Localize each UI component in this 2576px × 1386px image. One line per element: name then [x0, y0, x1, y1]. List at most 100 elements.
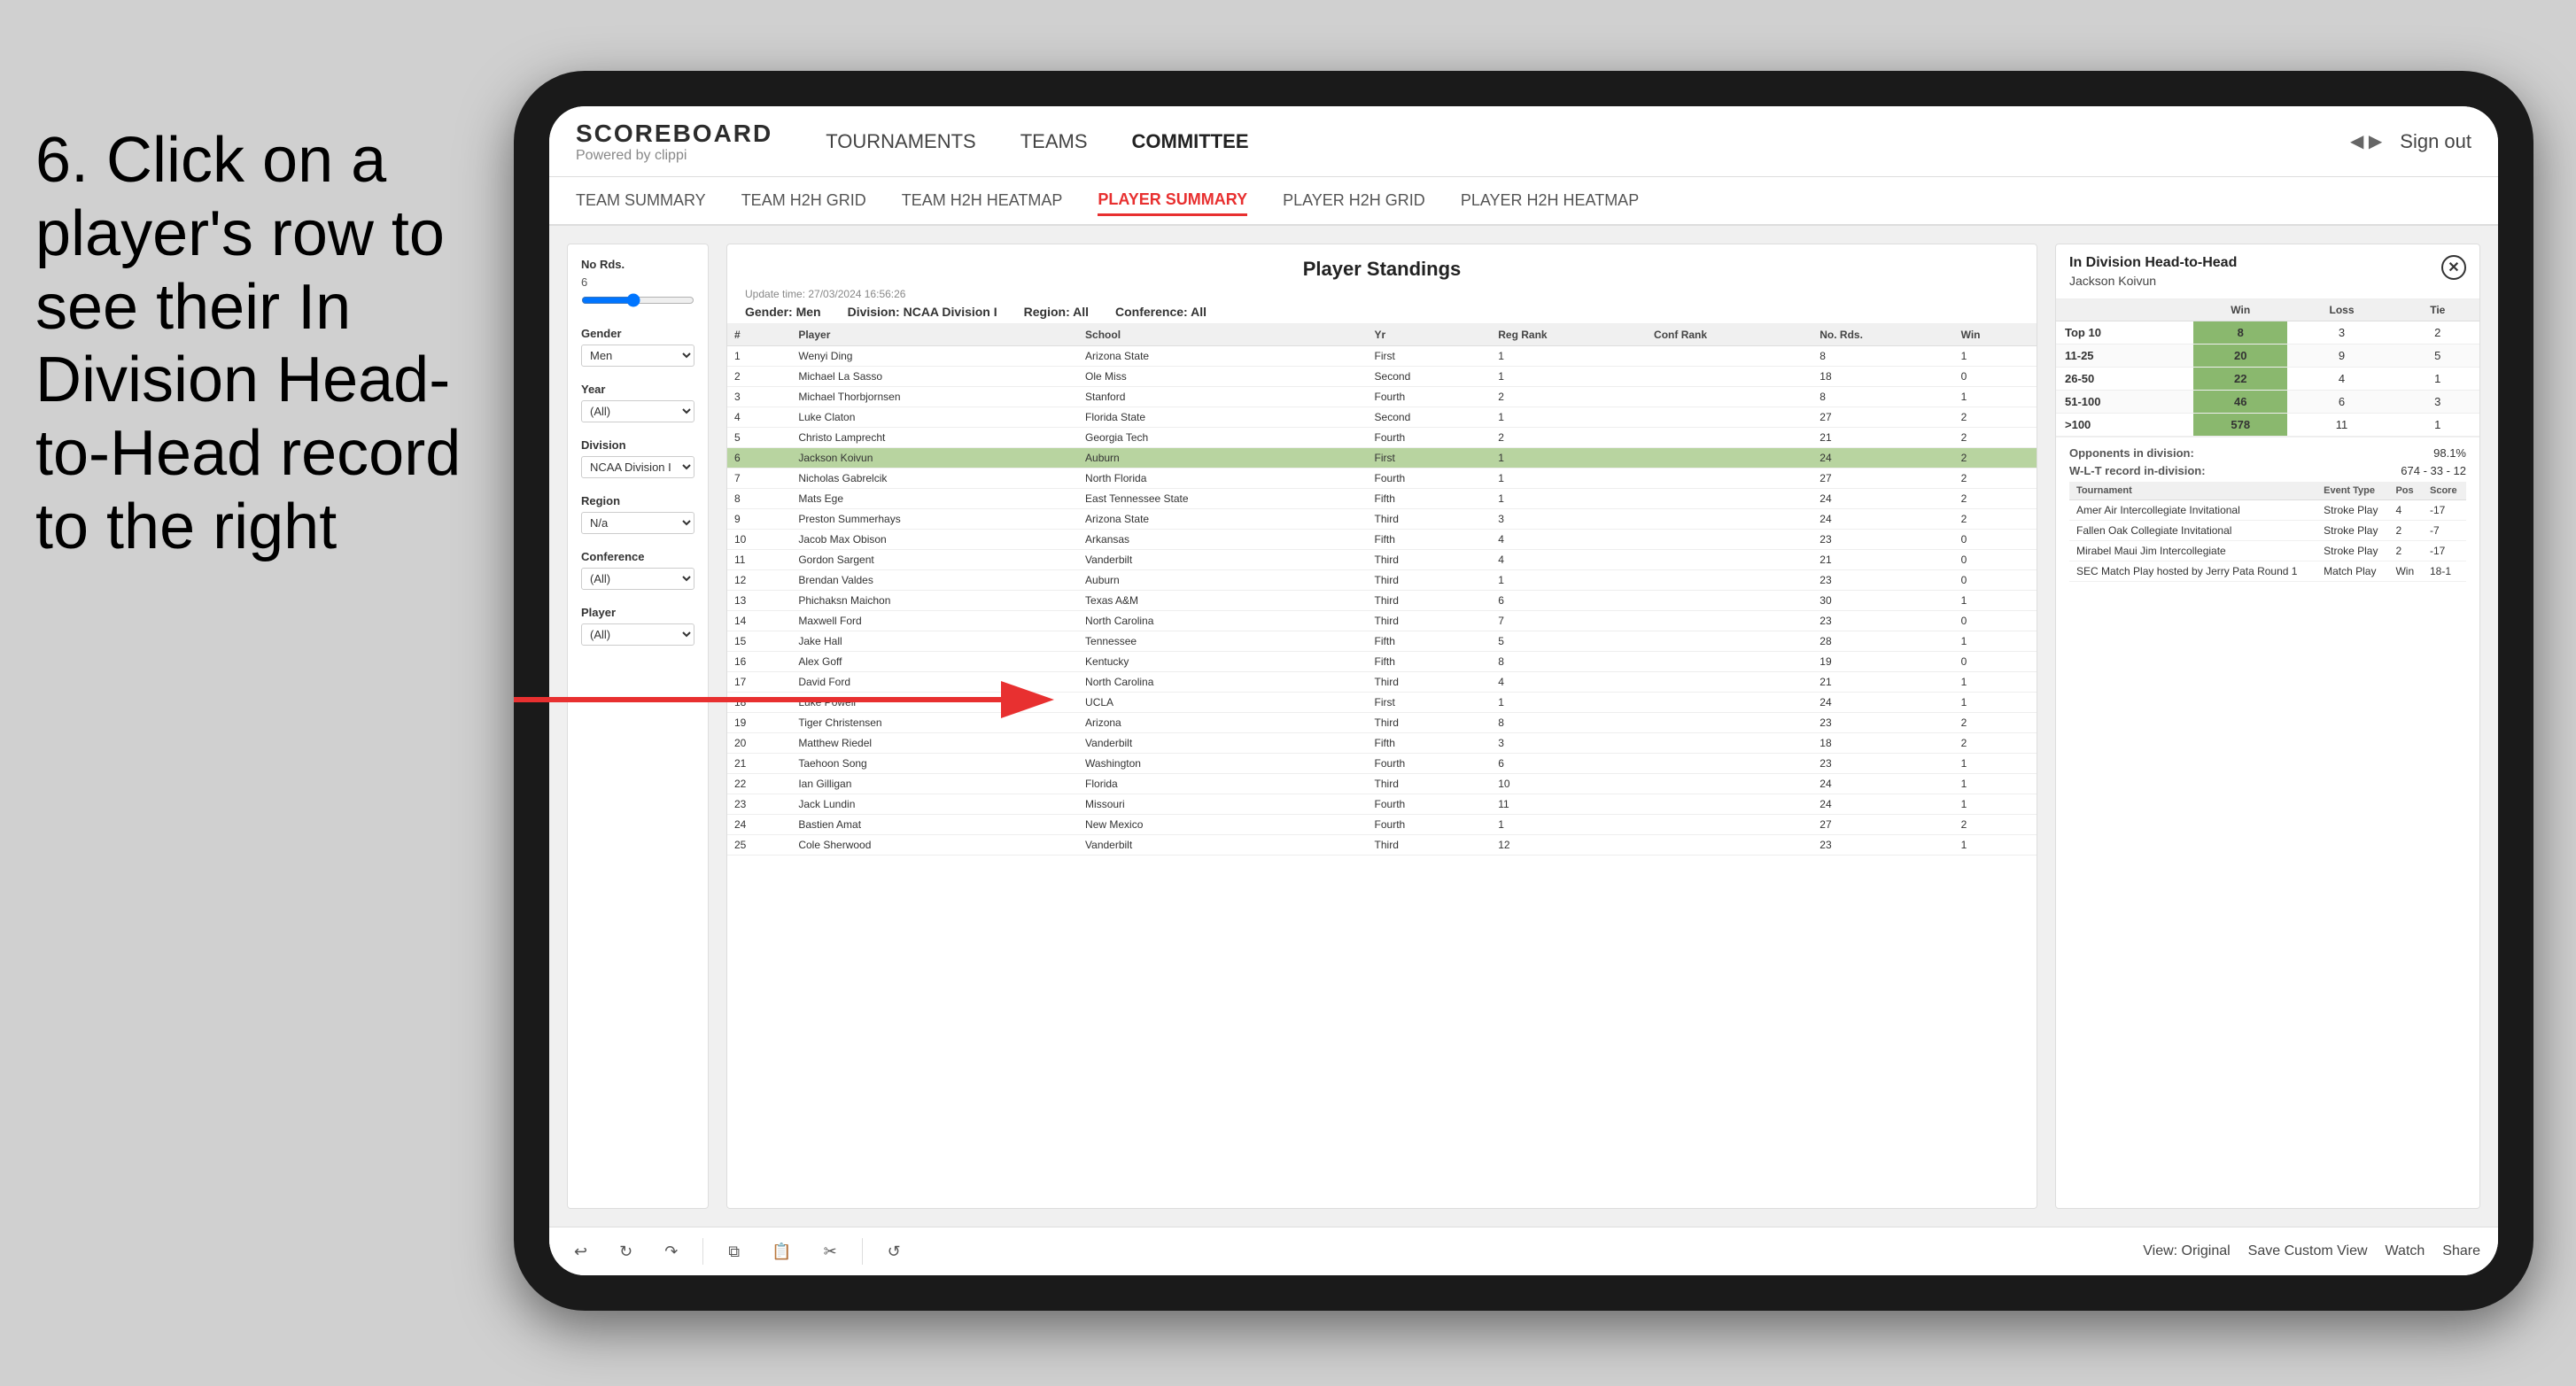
- nav-right: ◀ ▶ Sign out: [2350, 126, 2471, 158]
- table-row[interactable]: 3 Michael Thorbjornsen Stanford Fourth 2…: [727, 387, 2037, 407]
- cell-conf-rank: [1647, 550, 1812, 570]
- table-row[interactable]: 19 Tiger Christensen Arizona Third 8 23 …: [727, 713, 2037, 733]
- close-button[interactable]: ✕: [2441, 255, 2466, 280]
- h2h-row: 11-25 20 9 5: [2056, 345, 2479, 368]
- refresh-button[interactable]: ↺: [881, 1239, 908, 1265]
- wl-label: W-L-T record in-division:: [2069, 464, 2206, 477]
- table-row[interactable]: 7 Nicholas Gabrelcik North Florida Fourt…: [727, 468, 2037, 489]
- table-row[interactable]: 12 Brendan Valdes Auburn Third 1 23 0: [727, 570, 2037, 591]
- nav-teams[interactable]: TEAMS: [1020, 126, 1088, 158]
- share-label[interactable]: Share: [2442, 1243, 2480, 1259]
- conference-select[interactable]: (All): [581, 568, 694, 590]
- table-row[interactable]: 1 Wenyi Ding Arizona State First 1 8 1: [727, 346, 2037, 367]
- h2h-header: In Division Head-to-Head Jackson Koivun …: [2056, 244, 2479, 299]
- logo-scoreboard: SCOREBOARD: [576, 120, 772, 148]
- region-select[interactable]: N/a: [581, 512, 694, 534]
- table-row[interactable]: 11 Gordon Sargent Vanderbilt Third 4 21 …: [727, 550, 2037, 570]
- h2h-player: Jackson Koivun: [2069, 274, 2237, 288]
- subnav-player-h2h-grid[interactable]: PLAYER H2H GRID: [1283, 187, 1425, 214]
- cell-conf-rank: [1647, 693, 1812, 713]
- cell-school: Arizona State: [1078, 509, 1368, 530]
- cell-conf-rank: [1647, 468, 1812, 489]
- table-row[interactable]: 21 Taehoon Song Washington Fourth 6 23 1: [727, 754, 2037, 774]
- cell-reg-rank: 5: [1491, 631, 1647, 652]
- player-select[interactable]: (All): [581, 623, 694, 646]
- table-row[interactable]: 17 David Ford North Carolina Third 4 21 …: [727, 672, 2037, 693]
- h2h-win: 20: [2193, 345, 2288, 368]
- player-label: Player: [581, 606, 694, 619]
- cell-no-rds: 21: [1812, 672, 1953, 693]
- year-select[interactable]: (All): [581, 400, 694, 422]
- no-rds-value: 6: [581, 275, 694, 289]
- redo-button-2[interactable]: ↷: [657, 1239, 685, 1265]
- h2h-loss: 3: [2287, 321, 2395, 345]
- save-custom-label[interactable]: Save Custom View: [2248, 1243, 2368, 1259]
- nav-committee[interactable]: COMMITTEE: [1132, 126, 1249, 158]
- table-row[interactable]: 25 Cole Sherwood Vanderbilt Third 12 23 …: [727, 835, 2037, 856]
- table-row[interactable]: 24 Bastien Amat New Mexico Fourth 1 27 2: [727, 815, 2037, 835]
- col-reg-rank: Reg Rank: [1491, 324, 1647, 346]
- table-row[interactable]: 22 Ian Gilligan Florida Third 10 24 1: [727, 774, 2037, 794]
- table-row[interactable]: 6 Jackson Koivun Auburn First 1 24 2: [727, 448, 2037, 468]
- cell-no-rds: 24: [1812, 509, 1953, 530]
- cell-win: 1: [1954, 754, 2037, 774]
- cell-school: Texas A&M: [1078, 591, 1368, 611]
- table-row[interactable]: 5 Christo Lamprecht Georgia Tech Fourth …: [727, 428, 2037, 448]
- cell-rank: 24: [727, 815, 791, 835]
- cell-player: Maxwell Ford: [791, 611, 1078, 631]
- sign-out-link[interactable]: Sign out: [2400, 126, 2471, 158]
- table-row[interactable]: 13 Phichaksn Maichon Texas A&M Third 6 3…: [727, 591, 2037, 611]
- subnav-player-h2h-heatmap[interactable]: PLAYER H2H HEATMAP: [1461, 187, 1639, 214]
- opponents-val: 98.1%: [2433, 446, 2466, 460]
- cell-win: 2: [1954, 448, 2037, 468]
- h2h-tie: 2: [2396, 321, 2479, 345]
- table-row[interactable]: 18 Luke Powell UCLA First 1 24 1: [727, 693, 2037, 713]
- cell-reg-rank: 3: [1491, 733, 1647, 754]
- cell-conf-rank: [1647, 794, 1812, 815]
- cell-rank: 13: [727, 591, 791, 611]
- cell-conf-rank: [1647, 652, 1812, 672]
- opponents-section: Opponents in division: 98.1% W-L-T recor…: [2056, 437, 2479, 591]
- cell-school: Arkansas: [1078, 530, 1368, 550]
- table-row[interactable]: 20 Matthew Riedel Vanderbilt Fifth 3 18 …: [727, 733, 2037, 754]
- subnav-team-summary[interactable]: TEAM SUMMARY: [576, 187, 706, 214]
- subnav-team-h2h-heatmap[interactable]: TEAM H2H HEATMAP: [902, 187, 1063, 214]
- h2h-title: In Division Head-to-Head: [2069, 255, 2237, 271]
- cell-player: Jackson Koivun: [791, 448, 1078, 468]
- watch-label[interactable]: Watch: [2386, 1243, 2425, 1259]
- table-row[interactable]: 8 Mats Ege East Tennessee State Fifth 1 …: [727, 489, 2037, 509]
- redo-button-1[interactable]: ↻: [612, 1239, 640, 1265]
- cell-player: Mats Ege: [791, 489, 1078, 509]
- cell-no-rds: 28: [1812, 631, 1953, 652]
- table-row[interactable]: 14 Maxwell Ford North Carolina Third 7 2…: [727, 611, 2037, 631]
- copy-button[interactable]: ⧉: [721, 1239, 747, 1265]
- view-original-label[interactable]: View: Original: [2143, 1243, 2230, 1259]
- tourney-name: Amer Air Intercollegiate Invitational: [2069, 500, 2316, 521]
- undo-button[interactable]: ↩: [567, 1239, 594, 1265]
- nav-tournaments[interactable]: TOURNAMENTS: [826, 126, 976, 158]
- division-select[interactable]: NCAA Division I: [581, 456, 694, 478]
- subnav-player-summary[interactable]: PLAYER SUMMARY: [1098, 186, 1247, 216]
- table-row[interactable]: 2 Michael La Sasso Ole Miss Second 1 18 …: [727, 367, 2037, 387]
- cell-rank: 19: [727, 713, 791, 733]
- table-row[interactable]: 10 Jacob Max Obison Arkansas Fifth 4 23 …: [727, 530, 2037, 550]
- no-rds-slider[interactable]: [581, 293, 694, 307]
- cut-button[interactable]: ✂: [817, 1239, 844, 1265]
- paste-button[interactable]: 📋: [764, 1239, 798, 1265]
- gender-select[interactable]: Men: [581, 345, 694, 367]
- table-row[interactable]: 9 Preston Summerhays Arizona State Third…: [727, 509, 2037, 530]
- gender-display: Gender: Men: [745, 305, 821, 319]
- cell-reg-rank: 4: [1491, 530, 1647, 550]
- subnav-team-h2h-grid[interactable]: TEAM H2H GRID: [741, 187, 866, 214]
- table-row[interactable]: 23 Jack Lundin Missouri Fourth 11 24 1: [727, 794, 2037, 815]
- tourney-score: -17: [2423, 541, 2466, 561]
- table-row[interactable]: 4 Luke Claton Florida State Second 1 27 …: [727, 407, 2037, 428]
- cell-rank: 10: [727, 530, 791, 550]
- cell-rank: 7: [727, 468, 791, 489]
- opponents-label: Opponents in division:: [2069, 446, 2194, 460]
- table-row[interactable]: 16 Alex Goff Kentucky Fifth 8 19 0: [727, 652, 2037, 672]
- h2h-loss: 4: [2287, 368, 2395, 391]
- cell-rank: 4: [727, 407, 791, 428]
- table-row[interactable]: 15 Jake Hall Tennessee Fifth 5 28 1: [727, 631, 2037, 652]
- cell-win: 2: [1954, 468, 2037, 489]
